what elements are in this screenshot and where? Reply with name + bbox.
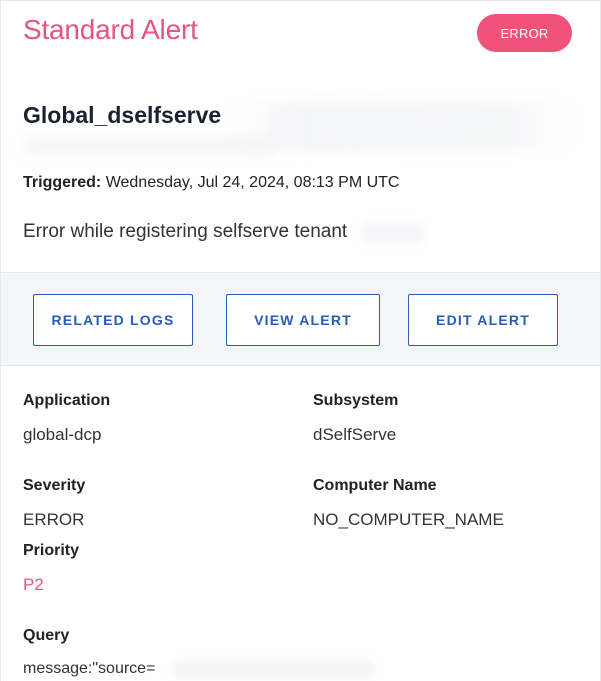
action-bar: RELATED LOGS VIEW ALERT EDIT ALERT: [1, 272, 600, 366]
redacted-area: [363, 223, 423, 243]
alert-name: Global_dselfserve: [23, 102, 222, 128]
redacted-area: [23, 137, 273, 155]
computer-name-value: NO_COMPUTER_NAME: [313, 510, 504, 529]
status-badge: ERROR: [477, 14, 572, 52]
severity-label: Severity: [23, 477, 86, 494]
triggered-value: Wednesday, Jul 24, 2024, 08:13 PM UTC: [105, 174, 400, 191]
query-label: Query: [23, 627, 70, 644]
severity-value: ERROR: [23, 510, 85, 529]
subsystem-label: Subsystem: [313, 392, 399, 409]
query-value: message:"source=: [23, 660, 156, 677]
application-label: Application: [23, 392, 111, 409]
computer-name-label: Computer Name: [313, 477, 437, 494]
subsystem-value: dSelfServe: [313, 425, 397, 444]
edit-alert-button[interactable]: EDIT ALERT: [408, 294, 558, 346]
redacted-area: [173, 661, 373, 677]
related-logs-button[interactable]: RELATED LOGS: [33, 294, 193, 346]
priority-label: Priority: [23, 542, 80, 559]
alert-message: Error while registering selfserve tenant: [23, 221, 348, 242]
application-value: global-dcp: [23, 425, 102, 444]
triggered-info: Triggered: Wednesday, Jul 24, 2024, 08:1…: [23, 174, 399, 192]
triggered-label: Triggered:: [23, 174, 102, 191]
view-alert-button[interactable]: VIEW ALERT: [226, 294, 380, 346]
alert-header: Standard Alert ERROR: [23, 14, 572, 54]
redacted-area: [231, 101, 576, 151]
priority-value: P2: [23, 575, 44, 594]
alert-card: Standard Alert ERROR Global_dselfserve T…: [0, 0, 601, 681]
